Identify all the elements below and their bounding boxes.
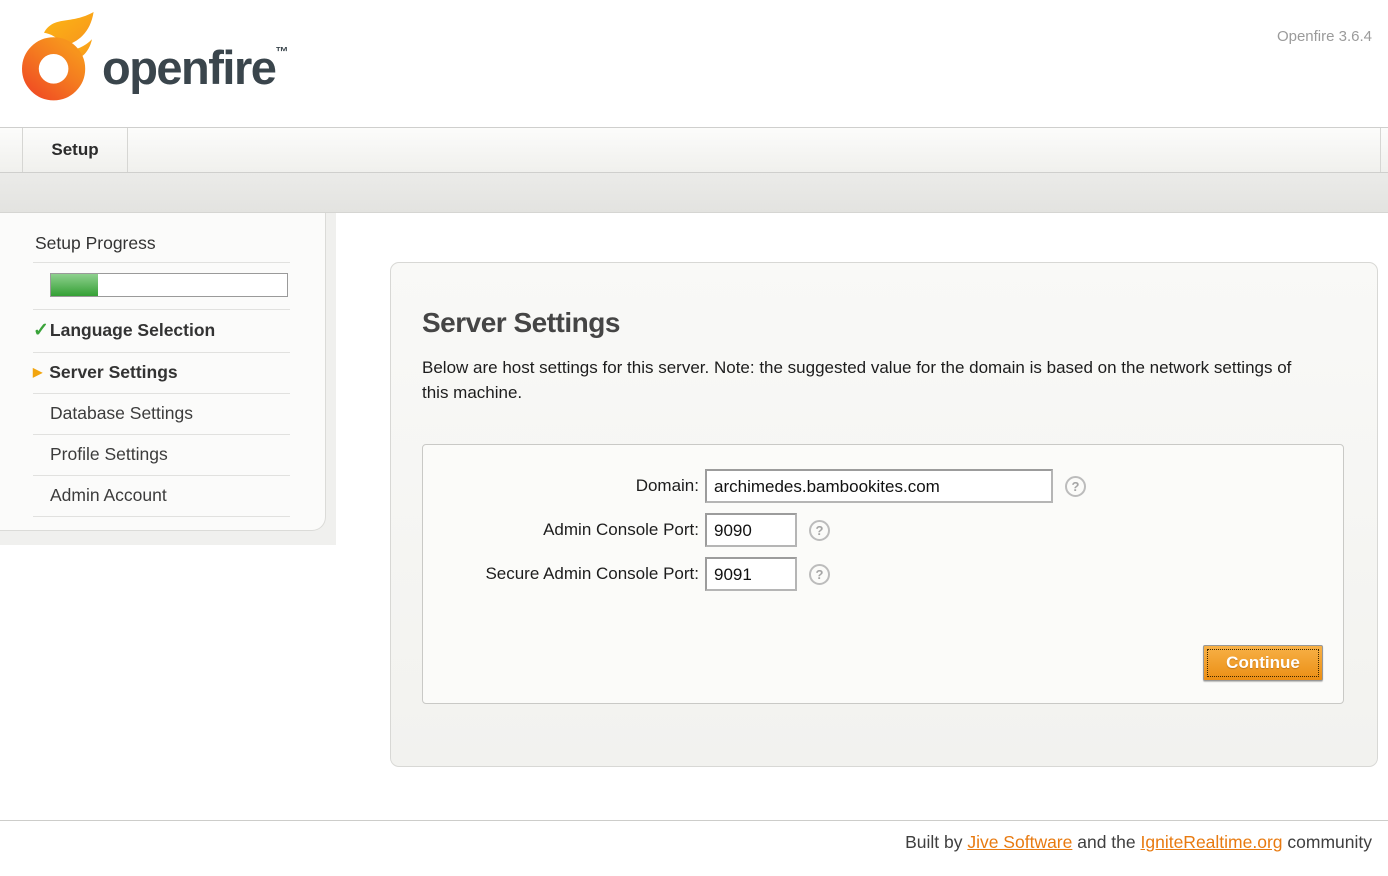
admin-console-port-input[interactable] [705, 513, 797, 547]
sidebar-item-language-selection: ✓Language Selection [33, 310, 290, 353]
sidebar-item-profile-settings: Profile Settings [33, 435, 290, 476]
setup-progress-panel: Setup Progress ✓Language Selection ▶ Serv… [0, 213, 326, 531]
secure-admin-console-port-label: Secure Admin Console Port: [423, 564, 705, 584]
domain-label: Domain: [423, 476, 705, 496]
domain-input[interactable] [705, 469, 1053, 503]
continue-button[interactable]: Continue [1203, 645, 1323, 681]
progress-bar [50, 273, 288, 297]
header: openfire™ Openfire 3.6.4 [0, 0, 1388, 127]
check-icon: ✓ [33, 320, 49, 341]
sidebar-item-label: Admin Account [50, 485, 167, 505]
form-row-admin-console-port: Admin Console Port: ? [423, 513, 830, 547]
secure-admin-console-port-input[interactable] [705, 557, 797, 591]
jive-software-link[interactable]: Jive Software [967, 832, 1072, 852]
footer-credit: Built by Jive Software and the IgniteRea… [905, 832, 1372, 853]
sidebar-item-admin-account: Admin Account [33, 476, 290, 517]
igniterealtime-link[interactable]: IgniteRealtime.org [1141, 832, 1283, 852]
tab-bar: Setup [0, 127, 1388, 173]
server-settings-form: Domain: ? Admin Console Port: ? Secure A… [422, 444, 1344, 704]
domain-help-icon[interactable]: ? [1065, 476, 1086, 497]
footer-separator [0, 820, 1388, 821]
form-row-domain: Domain: ? [423, 469, 1086, 503]
version-label: Openfire 3.6.4 [1277, 28, 1372, 45]
setup-progress-title: Setup Progress [33, 213, 290, 263]
server-settings-panel: Server Settings Below are host settings … [390, 262, 1378, 767]
current-step-arrow-icon: ▶ [33, 365, 42, 379]
sidebar-item-label: Database Settings [50, 403, 193, 423]
tab-setup[interactable]: Setup [22, 128, 128, 172]
form-row-secure-admin-console-port: Secure Admin Console Port: ? [423, 557, 830, 591]
page-title: Server Settings [422, 307, 1377, 339]
trademark-symbol: ™ [275, 44, 288, 59]
progress-bar-wrap [33, 263, 290, 310]
progress-fill [51, 274, 98, 296]
sidebar-item-database-settings: Database Settings [33, 394, 290, 435]
page-description: Below are host settings for this server.… [422, 355, 1294, 405]
tab-bar-right-separator [1380, 128, 1381, 172]
sidebar-item-server-settings: ▶ Server Settings [33, 353, 290, 394]
admin-console-port-label: Admin Console Port: [423, 520, 705, 540]
sub-nav-strip [0, 173, 1388, 213]
secure-admin-console-port-help-icon[interactable]: ? [809, 564, 830, 585]
sidebar-item-label: Profile Settings [50, 444, 168, 464]
logo-wordmark: openfire™ [102, 40, 288, 95]
admin-console-port-help-icon[interactable]: ? [809, 520, 830, 541]
sidebar-item-label: Server Settings [49, 362, 177, 382]
sidebar-item-label: Language Selection [50, 320, 215, 340]
openfire-flame-icon [20, 6, 100, 106]
